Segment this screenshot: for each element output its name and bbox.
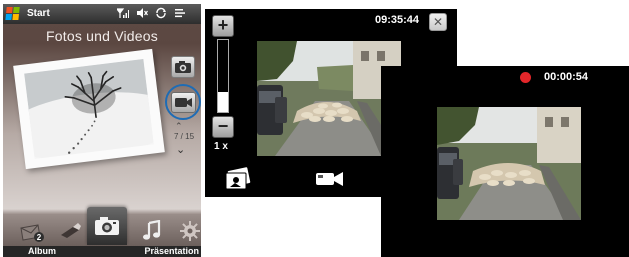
viewfinder-preview — [257, 41, 401, 156]
recording-timer: 00:00:54 — [544, 71, 589, 83]
zoom-out-button[interactable]: − — [212, 116, 234, 138]
list-icon[interactable] — [174, 7, 186, 19]
chevron-up-icon[interactable]: ⌃ — [175, 121, 183, 132]
softkey-bar: Album Präsentation — [3, 246, 201, 257]
album-counter: 7 / 15 — [174, 132, 195, 141]
tools-icon[interactable] — [59, 221, 83, 241]
phone-screen: Start Fotos und Videos ⌃ 7 / 15 ⌄ 2 Albu… — [3, 4, 201, 257]
video-mode-button[interactable] — [171, 92, 196, 113]
signal-icon[interactable] — [117, 7, 129, 19]
zoom-level-label: 1 x — [214, 141, 228, 152]
sync-icon[interactable] — [155, 7, 167, 19]
recording-indicator — [520, 72, 531, 83]
video-recording-screen: 00:00:54 — [381, 66, 629, 257]
recording-preview — [437, 107, 581, 220]
photo-mode-button[interactable] — [171, 56, 195, 78]
softkey-album[interactable]: Album — [28, 246, 56, 257]
album-icon[interactable] — [223, 166, 253, 192]
photo-camera-icon — [175, 61, 191, 73]
tab-camera[interactable] — [87, 207, 127, 245]
close-icon[interactable]: ✕ — [429, 13, 447, 31]
music-icon[interactable] — [141, 220, 163, 242]
softkey-presentation[interactable]: Präsentation — [144, 246, 199, 257]
zoom-in-button[interactable]: + — [212, 15, 234, 37]
status-icons — [117, 7, 186, 19]
video-mode-button-highlighted[interactable] — [165, 84, 201, 120]
status-bar: Start — [3, 4, 201, 24]
volume-muted-icon[interactable] — [136, 7, 148, 19]
video-camera-icon[interactable] — [315, 170, 345, 188]
winter-tree-photo — [24, 59, 154, 159]
messages-badge: 2 — [37, 233, 42, 242]
messages-icon[interactable]: 2 — [20, 223, 46, 243]
video-camera-icon — [175, 98, 192, 107]
settings-icon[interactable] — [179, 220, 201, 242]
clock-time: 09:35:44 — [374, 14, 419, 26]
album-photo-thumbnail[interactable] — [13, 48, 165, 170]
windows-start-icon[interactable] — [5, 7, 20, 21]
app-title: Fotos und Videos — [46, 28, 158, 44]
zoom-slider-fill — [218, 92, 228, 112]
zoom-slider[interactable] — [217, 39, 229, 113]
camera-icon — [95, 217, 119, 235]
chevron-down-icon[interactable]: ⌄ — [176, 143, 185, 156]
start-label[interactable]: Start — [27, 8, 50, 20]
